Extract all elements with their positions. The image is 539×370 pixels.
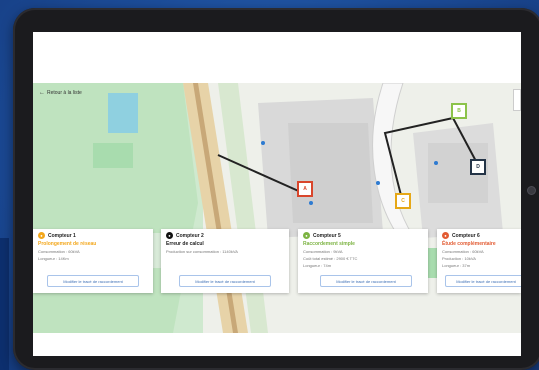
edit-route-button[interactable]: Modifier le tracé de raccordement (445, 275, 521, 287)
camera-icon (527, 186, 536, 195)
map-marker-c[interactable]: C (395, 193, 411, 209)
map-marker-b[interactable]: B (451, 103, 467, 119)
zoom-control[interactable] (513, 89, 521, 111)
card-status: Raccordement simple (303, 241, 355, 247)
arrow-left-icon: ← (39, 90, 45, 96)
card-status: Erreur de calcul (166, 241, 204, 247)
card-detail: Consommation : 9kVA (303, 249, 343, 254)
status-dot-icon: ● (442, 232, 449, 239)
edit-route-button[interactable]: Modifier le tracé de raccordement (47, 275, 139, 287)
meter-card-4[interactable]: ● Compteur 6 Étude complémentaire Consom… (437, 229, 521, 293)
side-caption (1, 249, 9, 359)
card-detail: Consommation : 60kVA (38, 249, 80, 254)
card-detail: Longueur : 14Km (38, 256, 69, 261)
card-status: Étude complémentaire (442, 241, 496, 247)
card-detail: Production sur consommation : 1140kVA (166, 249, 238, 254)
card-detail: Longueur : 74m (303, 263, 332, 268)
back-to-list-link[interactable]: ← Retour à la liste (39, 90, 82, 96)
card-title: Compteur 5 (313, 232, 341, 239)
edit-route-button[interactable]: Modifier le tracé de raccordement (179, 275, 271, 287)
tablet-frame: ← Retour à la liste A B C D ● Compteur 1 (13, 8, 539, 370)
card-status: Prolongement de réseau (38, 241, 97, 247)
meter-card-2[interactable]: ● Compteur 2 Erreur de calcul Production… (161, 229, 289, 293)
card-title: Compteur 2 (176, 232, 204, 239)
card-title: Compteur 1 (48, 232, 76, 239)
card-detail: Longueur : 37m (442, 263, 471, 268)
status-dot-icon: ● (38, 232, 45, 239)
meter-card-3[interactable]: ● Compteur 5 Raccordement simple Consomm… (298, 229, 428, 293)
card-title: Compteur 6 (452, 232, 480, 239)
card-detail: Consommation : 60kVA (442, 249, 484, 254)
status-dot-icon: ● (166, 232, 173, 239)
app-screen: ← Retour à la liste A B C D ● Compteur 1 (33, 32, 521, 356)
back-link-label: Retour à la liste (47, 90, 82, 96)
status-dot-icon: ● (303, 232, 310, 239)
edit-route-button[interactable]: Modifier le tracé de raccordement (320, 275, 412, 287)
card-detail: Coût total estimé : 2900 € TTC (303, 256, 358, 261)
map-marker-a[interactable]: A (297, 181, 313, 197)
map-canvas (33, 83, 503, 333)
map-marker-d[interactable]: D (470, 159, 486, 175)
meter-card-1[interactable]: ● Compteur 1 Prolongement de réseau Cons… (33, 229, 153, 293)
card-detail: Production : 10kVA (442, 256, 476, 261)
map-view[interactable]: ← Retour à la liste A B C D ● Compteur 1 (33, 83, 521, 333)
